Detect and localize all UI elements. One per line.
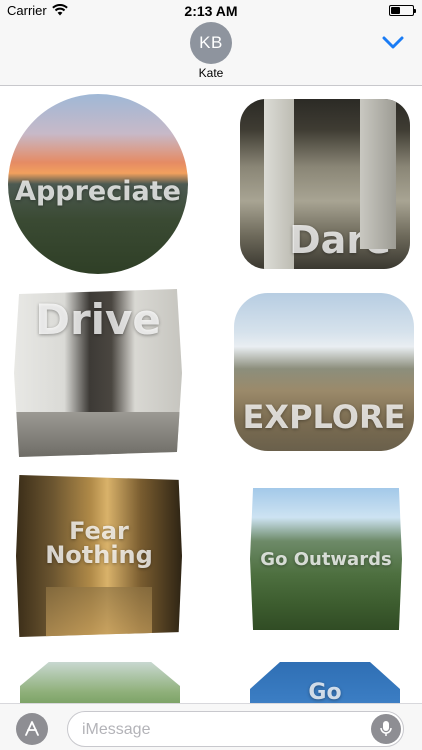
status-bar: Carrier 2:13 AM bbox=[0, 0, 422, 22]
battery-level bbox=[391, 7, 400, 14]
sticker-label: Drive bbox=[35, 295, 161, 344]
sticker-label: EXPLORE bbox=[242, 398, 406, 436]
sticker-grid: Appreciate Dare Drive EXPLORE Fear Nothi… bbox=[0, 87, 422, 703]
sticker-label: Appreciate bbox=[15, 176, 181, 207]
sticker-label: Go Outwards bbox=[260, 549, 392, 570]
app-store-button[interactable] bbox=[16, 713, 48, 745]
sticker-label: Fear Nothing bbox=[45, 517, 153, 569]
sticker-go[interactable]: Go bbox=[250, 662, 400, 703]
message-placeholder: iMessage bbox=[82, 721, 151, 738]
chevron-down-icon[interactable] bbox=[382, 36, 404, 50]
sticker-go-outwards[interactable]: Go Outwards bbox=[250, 487, 402, 631]
sticker-label: Dare bbox=[289, 218, 391, 262]
clock-time: 2:13 AM bbox=[184, 3, 238, 19]
sticker-drive[interactable]: Drive bbox=[14, 289, 182, 457]
message-input-bar: iMessage bbox=[0, 703, 422, 750]
microphone-button[interactable] bbox=[371, 714, 401, 744]
contact-avatar[interactable]: KB bbox=[190, 22, 232, 64]
sticker-fear-nothing[interactable]: Fear Nothing bbox=[16, 475, 182, 637]
message-input[interactable]: iMessage bbox=[67, 711, 404, 747]
conversation-header: KB Kate bbox=[0, 22, 422, 86]
sticker-explore[interactable]: EXPLORE bbox=[234, 293, 414, 451]
app-store-icon bbox=[25, 721, 39, 736]
microphone-icon bbox=[380, 721, 392, 736]
battery-icon bbox=[389, 5, 416, 16]
sticker-label: Go bbox=[308, 680, 342, 704]
contact-name[interactable]: Kate bbox=[0, 66, 422, 80]
sticker-appreciate[interactable]: Appreciate bbox=[8, 94, 188, 274]
sticker-landscape-partial[interactable] bbox=[20, 662, 180, 703]
sticker-dare[interactable]: Dare bbox=[240, 99, 410, 269]
